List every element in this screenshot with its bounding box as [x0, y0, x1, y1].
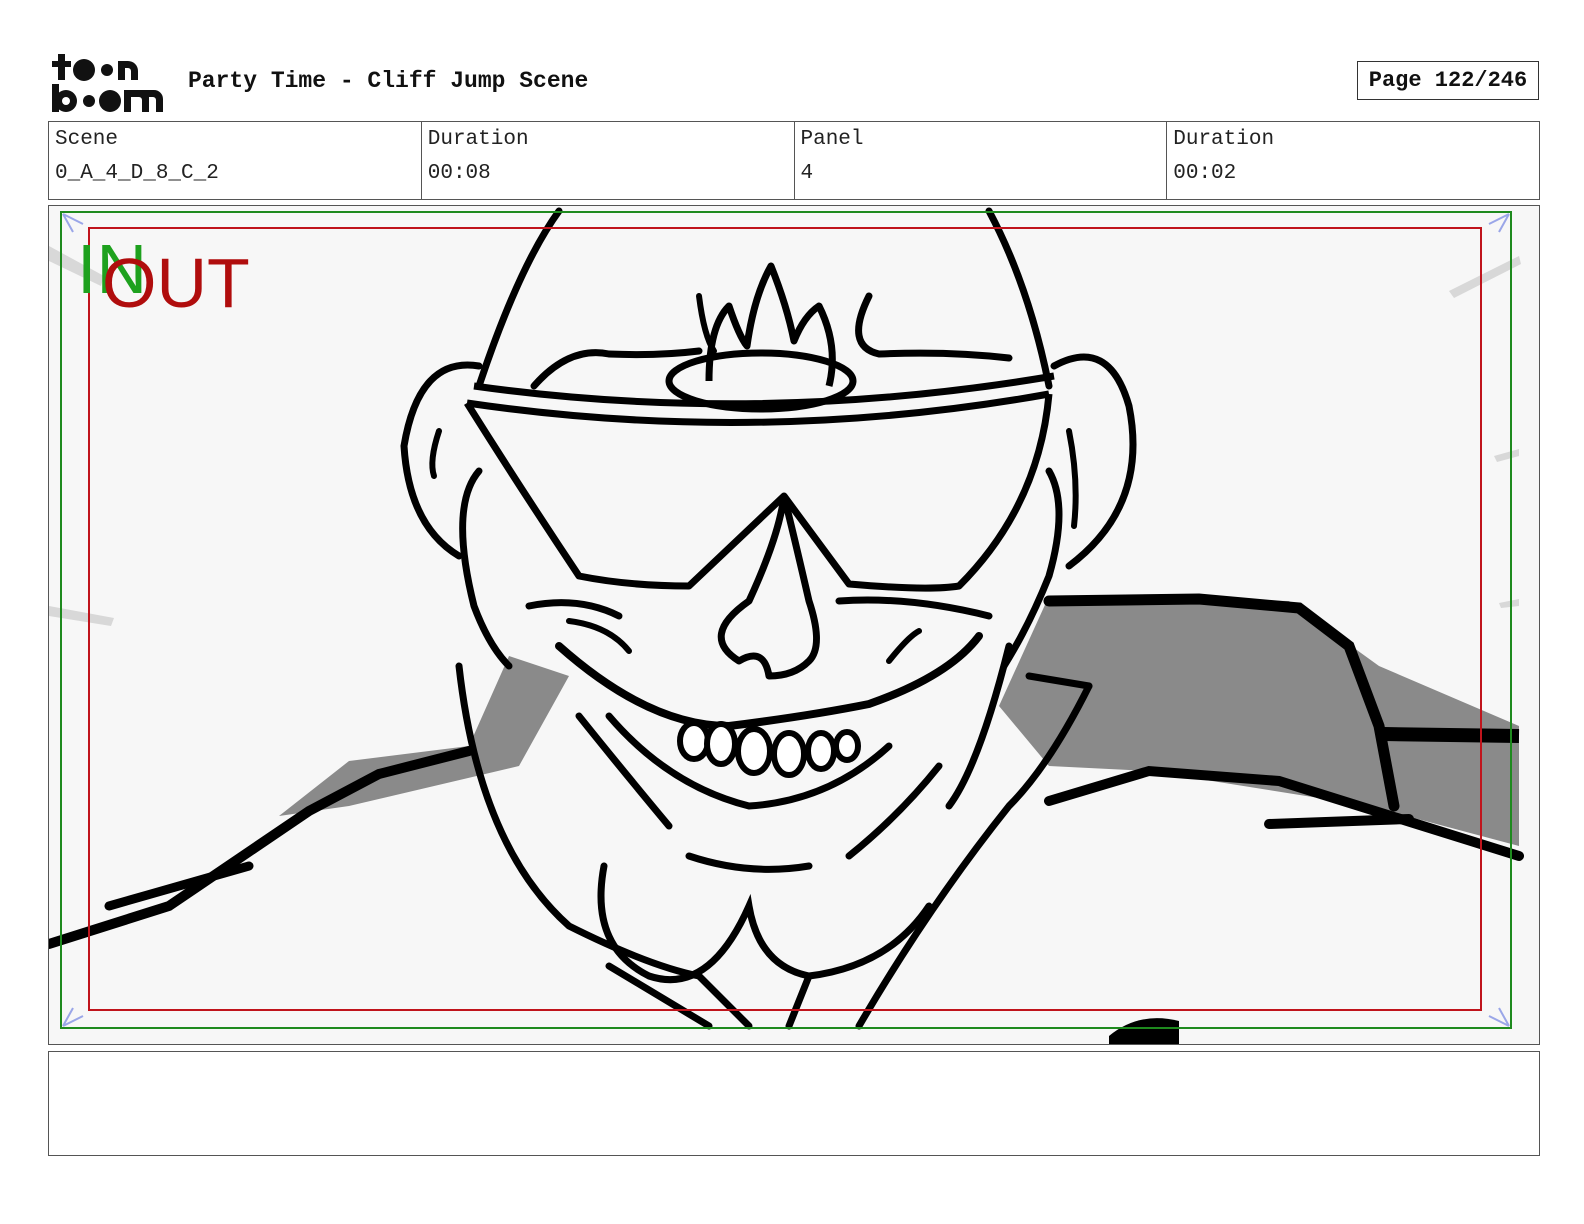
scene-cell: Scene 0_A_4_D_8_C_2	[49, 122, 422, 199]
document-title: Party Time - Cliff Jump Scene	[188, 68, 589, 94]
out-frame-label: OUT	[102, 244, 250, 322]
sketch-drawing	[49, 207, 1524, 1044]
toon-boom-logo	[50, 50, 166, 114]
page-indicator: Page 122/246	[1357, 61, 1539, 100]
panel-duration-value: 00:02	[1173, 162, 1237, 185]
panel-notes-box	[48, 1051, 1540, 1156]
scene-info-table: Scene 0_A_4_D_8_C_2 Duration 00:08 Panel…	[48, 121, 1540, 200]
scene-duration-cell: Duration 00:08	[422, 122, 795, 199]
panel-cell: Panel 4	[795, 122, 1168, 199]
scene-label: Scene	[55, 128, 119, 151]
panel-value: 4	[800, 162, 814, 185]
storyboard-panel: IN OUT	[48, 205, 1540, 1045]
scene-duration-value: 00:08	[427, 162, 491, 185]
scene-value: 0_A_4_D_8_C_2	[55, 162, 219, 185]
panel-duration-label: Duration	[1173, 128, 1275, 151]
scene-duration-label: Duration	[427, 128, 529, 151]
panel-duration-cell: Duration 00:02	[1167, 122, 1539, 199]
panel-label: Panel	[800, 128, 864, 151]
